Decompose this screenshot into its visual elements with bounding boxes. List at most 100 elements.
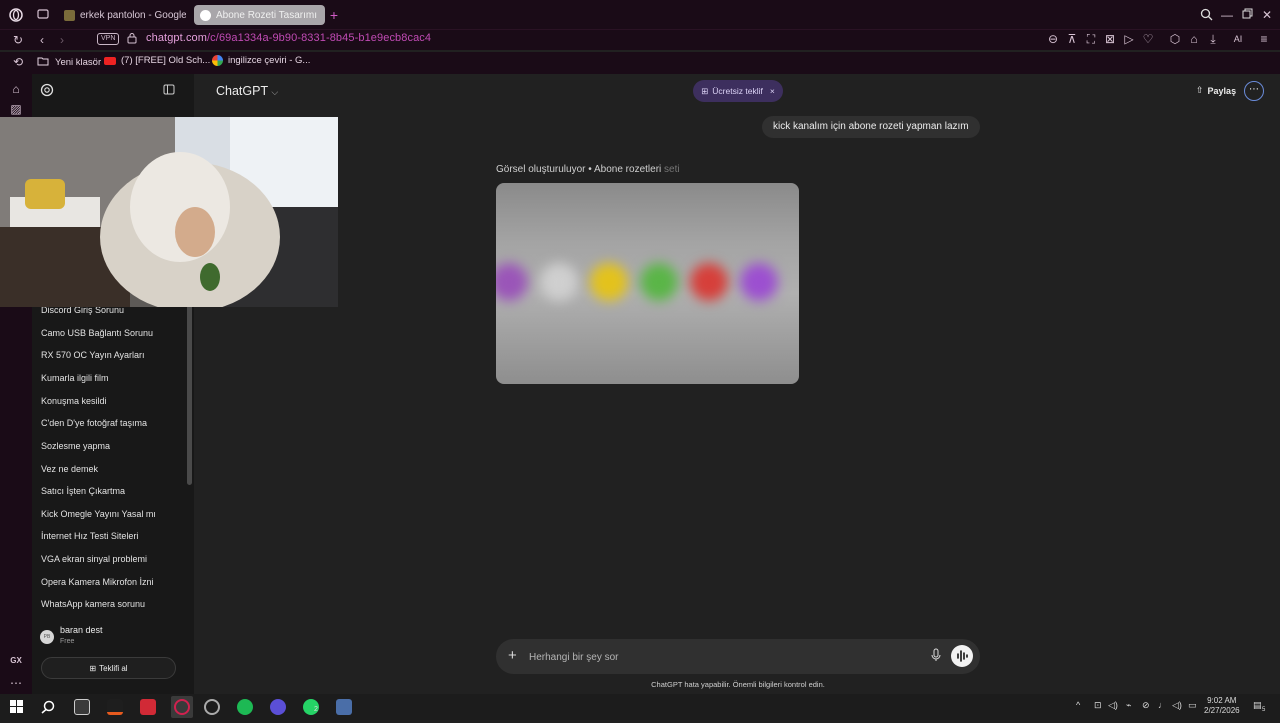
badge-preview-dot (496, 263, 528, 301)
profile-icon[interactable]: ⌂ (1187, 32, 1201, 46)
chrome-icon[interactable] (204, 699, 220, 715)
conversation-item[interactable]: Konuşma kesildi (41, 396, 107, 406)
share-button[interactable]: ⇧ Paylaş (1196, 85, 1236, 96)
speaker-icon[interactable]: ◁) (1172, 700, 1182, 711)
status-text: Görsel oluşturuluyor • Abone rozetleri (496, 164, 662, 175)
zoom-icon[interactable]: ⊖ (1046, 32, 1060, 46)
bookmark-youtube[interactable]: (7) [FREE] Old Sch... (104, 55, 210, 66)
system-clock[interactable]: 9:02 AM 2/27/2026 (1204, 696, 1240, 716)
restore-icon[interactable] (1240, 8, 1254, 22)
microphone-tray-icon[interactable]: ♩ (1158, 700, 1167, 710)
plus-icon[interactable]: + (508, 648, 517, 663)
conversation-item[interactable]: C'den D'ye fotoğraf taşıma (41, 418, 147, 428)
windows-start-icon[interactable] (9, 700, 23, 714)
clock-date: 2/27/2026 (1204, 706, 1240, 715)
conversation-item[interactable]: Opera Kamera Mikrofon İzni (41, 577, 154, 587)
conversation-item[interactable]: İnternet Hız Testi Siteleri (41, 531, 138, 541)
download-icon[interactable]: ⤓ (1206, 32, 1220, 46)
free-offer-label: Ücretsiz teklif (712, 86, 763, 96)
pin-icon[interactable]: ⊼ (1065, 32, 1079, 46)
google-icon (212, 55, 223, 66)
conversation-item[interactable]: WhatsApp kamera sorunu (41, 599, 145, 609)
user-plan: Free (60, 638, 75, 645)
heart-icon[interactable]: ♡ (1141, 32, 1155, 46)
more-icon[interactable]: ⋯ (9, 676, 23, 690)
search-icon[interactable] (41, 700, 55, 714)
avatar: PB (40, 630, 54, 644)
workspace-icon[interactable]: ⌂ (9, 82, 23, 96)
sidebar-toggle-icon[interactable] (162, 84, 176, 98)
tab-title: erkek pantolon - Google A (80, 9, 186, 21)
share-icon: ⇧ (1196, 85, 1204, 95)
snapshot-icon[interactable]: ⛶ (1084, 32, 1098, 46)
volume-tray-icon[interactable]: ◁) (1108, 700, 1118, 711)
player-icon[interactable]: ▷ (1122, 32, 1136, 46)
notification-icon[interactable]: ▤ (1253, 700, 1262, 711)
url-path: /c/69a1334a-9b90-8331-8b45-b1e9ecb8cac4 (207, 32, 432, 44)
conversation-item[interactable]: Camo USB Bağlantı Sorunu (41, 328, 153, 338)
voice-mode-button[interactable] (951, 645, 973, 667)
opera-logo-icon[interactable] (9, 8, 23, 22)
generated-image-preview[interactable] (496, 183, 799, 384)
adblock-icon[interactable]: ⊠ (1103, 32, 1117, 46)
tab-google-search[interactable]: erkek pantolon - Google A (58, 5, 186, 25)
search-icon[interactable] (1199, 8, 1213, 22)
obs-icon[interactable] (270, 699, 286, 715)
new-tab-icon[interactable]: + (327, 8, 341, 22)
aria-ai-button[interactable]: AI (1226, 32, 1250, 46)
disclaimer: ChatGPT hata yapabilir. Önemli bilgileri… (651, 680, 825, 689)
browser-tab-bar: erkek pantolon - Google A Abone Rozeti T… (0, 0, 1280, 30)
spotify-icon[interactable] (237, 699, 253, 715)
menu-icon[interactable]: ≡ (1257, 32, 1271, 46)
model-selector[interactable]: ChatGPT ⌵ (216, 84, 278, 98)
bookmark-label: Yeni klasör (55, 56, 102, 68)
close-icon[interactable]: ✕ (1260, 8, 1274, 22)
free-offer-pill[interactable]: ⊞ Ücretsiz teklif × (693, 80, 783, 102)
badge-preview-dot (590, 263, 628, 301)
tab-favicon-icon (64, 9, 75, 21)
conversation-item[interactable]: Satıcı İşten Çıkartma (41, 486, 125, 496)
tab-chatgpt[interactable]: Abone Rozeti Tasarımı (194, 5, 325, 25)
reload-icon[interactable]: ↻ (11, 33, 25, 47)
display-tray-icon[interactable]: ▭ (1188, 700, 1197, 711)
close-icon[interactable]: × (770, 86, 775, 96)
bookmark-google[interactable]: ingilizce çeviri - G... (212, 55, 310, 66)
calculator-icon[interactable] (336, 699, 352, 715)
muted-tray-icon[interactable]: ⊘ (1142, 700, 1150, 711)
back-icon[interactable]: ‹ (35, 33, 49, 47)
gift-icon: ⊞ (89, 663, 97, 673)
openai-logo-icon[interactable] (40, 83, 54, 97)
conversation-item[interactable]: RX 570 OC Yayın Ayarları (41, 350, 145, 360)
extensions-icon[interactable]: ⬡ (1168, 32, 1182, 46)
prompt-input[interactable] (529, 649, 909, 665)
lock-icon[interactable] (125, 32, 139, 46)
wps-icon[interactable] (140, 699, 156, 715)
notes-icon[interactable]: ▨ (9, 102, 23, 116)
gx-icon[interactable]: GX (5, 654, 27, 668)
more-options-button[interactable]: ⋯ (1244, 81, 1264, 101)
gift-icon: ⊞ (701, 85, 709, 96)
network-tray-icon[interactable]: ⌁ (1126, 700, 1131, 711)
messages-icon[interactable] (36, 8, 50, 22)
conversation-item[interactable]: Kick Omegle Yayını Yasal mı (41, 509, 156, 519)
vpn-badge[interactable]: VPN (97, 33, 120, 45)
opera-gx-taskbar-icon[interactable] (171, 696, 193, 718)
minimize-icon[interactable]: — (1220, 8, 1234, 22)
model-name: ChatGPT (216, 84, 268, 98)
conversation-item[interactable]: Kumarla ilgili film (41, 373, 109, 383)
camera-tray-icon[interactable]: ⊡ (1094, 700, 1102, 711)
history-icon[interactable]: ⟲ (11, 55, 25, 69)
app-icon[interactable] (107, 699, 123, 715)
conversation-item[interactable]: VGA ekran sinyal problemi (41, 554, 147, 564)
badge-preview-dot (540, 263, 578, 301)
store-icon[interactable] (74, 699, 90, 715)
get-offer-button[interactable]: ⊞ Teklifi al (41, 657, 176, 679)
bookmark-folder[interactable]: Yeni klasör (36, 55, 101, 69)
conversation-item[interactable]: Sozlesme yapma (41, 441, 110, 451)
forward-icon[interactable]: › (55, 33, 69, 47)
ai-label: AI (1233, 34, 1243, 44)
chevron-up-icon[interactable]: ^ (1076, 700, 1080, 710)
microphone-icon[interactable] (929, 648, 943, 662)
url-field[interactable]: chatgpt.com/c/69a1334a-9b90-8331-8b45-b1… (146, 32, 431, 44)
conversation-item[interactable]: Vez ne demek (41, 464, 98, 474)
